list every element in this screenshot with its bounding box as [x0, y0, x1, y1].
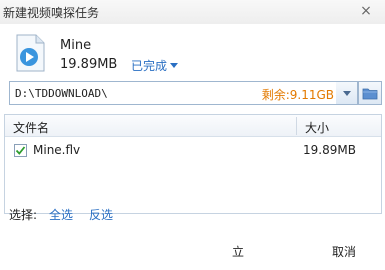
window-title: 新建视频嗅探任务 — [3, 6, 100, 20]
status-label: 已完成 — [131, 59, 168, 73]
browse-folder-button[interactable] — [358, 81, 382, 105]
title-bar: 新建视频嗅探任务 × — [0, 0, 385, 24]
status-dropdown[interactable]: 已完成 — [131, 57, 179, 74]
file-list: 文件名 大小 Mine.flv 19.89MB — [4, 114, 382, 214]
select-all-link[interactable]: 全选 — [49, 206, 73, 223]
path-history-button[interactable] — [336, 81, 358, 105]
chevron-down-icon — [170, 63, 179, 68]
video-file-icon — [15, 34, 45, 72]
column-header-name[interactable]: 文件名 — [13, 119, 49, 136]
file-name: Mine — [60, 38, 92, 53]
folder-icon — [362, 88, 378, 99]
column-divider[interactable] — [296, 117, 297, 135]
selection-label: 选择: — [9, 208, 38, 222]
save-path-input[interactable]: D:\TDDOWNLOAD\ 剩余:9.11GB — [9, 81, 341, 105]
close-icon[interactable]: × — [356, 2, 376, 20]
column-header-size[interactable]: 大小 — [305, 119, 329, 136]
file-row-name: Mine.flv — [33, 143, 81, 157]
cancel-button[interactable]: 取消 — [316, 239, 372, 263]
file-row[interactable]: Mine.flv 19.89MB — [5, 139, 381, 161]
download-now-button[interactable]: 立 — [232, 243, 244, 260]
free-space-label: 剩余:9.11GB — [261, 88, 334, 102]
chevron-down-icon — [342, 90, 351, 96]
file-size: 19.89MB — [60, 57, 118, 72]
file-row-size: 19.89MB — [303, 143, 356, 157]
file-list-header: 文件名 大小 — [5, 115, 381, 137]
save-path-value: D:\TDDOWNLOAD\ — [15, 87, 108, 100]
invert-selection-link[interactable]: 反选 — [89, 206, 113, 223]
file-checkbox[interactable] — [14, 144, 27, 157]
check-icon — [15, 146, 26, 155]
